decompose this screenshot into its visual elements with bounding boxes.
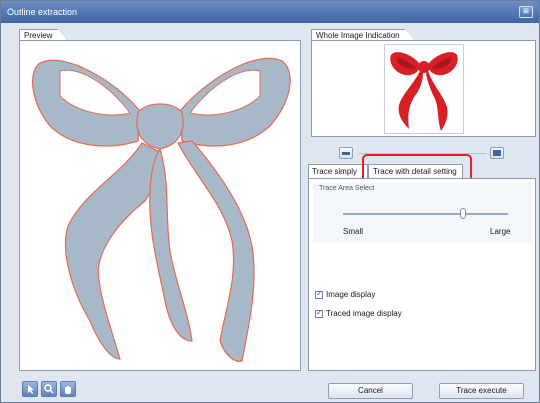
- zoom-out-button[interactable]: [339, 147, 353, 159]
- cancel-button-label: Cancel: [358, 386, 383, 395]
- zoom-out-icon: [342, 152, 350, 155]
- trace-execute-button-label: Trace execute: [456, 386, 507, 395]
- window-title: Outline extraction: [7, 7, 78, 17]
- pointer-icon: [28, 385, 34, 394]
- close-icon: ⊠: [523, 8, 529, 15]
- preview-panel[interactable]: [19, 40, 301, 371]
- traced-image-display-checkbox[interactable]: [315, 308, 323, 318]
- magnifier-icon: [44, 384, 54, 394]
- tab-trace-simply-label: Trace simply: [312, 167, 358, 176]
- whole-image-tab-label: Whole Image Indication: [316, 31, 400, 40]
- close-button[interactable]: ⊠: [519, 6, 533, 18]
- bow-thumbnail-image: [390, 52, 458, 131]
- slider-min-label: Small: [343, 227, 364, 236]
- image-display-checkbox[interactable]: [315, 289, 323, 299]
- preview-tab-label: Preview: [24, 31, 53, 40]
- outline-extraction-dialog: Outline extraction ⊠ Preview Whole Image…: [0, 0, 540, 403]
- whole-image-panel[interactable]: [311, 40, 536, 137]
- tab-trace-simply[interactable]: Trace simply: [308, 164, 368, 178]
- trace-area-group: Trace Area Select Small Large: [313, 183, 531, 243]
- thumbnail-frame: [384, 44, 464, 134]
- preview-bow-outline-image: [32, 57, 291, 362]
- trace-area-label: Trace Area Select: [319, 185, 375, 192]
- select-tool-button[interactable]: [22, 381, 38, 397]
- zoom-in-icon: [493, 150, 501, 156]
- hand-tool-button[interactable]: [60, 381, 76, 397]
- trace-area-slider-track[interactable]: [343, 213, 508, 215]
- title-bar: Outline extraction ⊠: [1, 1, 539, 23]
- image-display-label: Image display: [326, 290, 376, 299]
- trace-settings-panel: Trace Area Select Small Large Image disp…: [308, 178, 536, 371]
- trace-execute-button[interactable]: Trace execute: [439, 383, 524, 399]
- trace-area-slider-thumb[interactable]: [460, 208, 467, 219]
- zoom-in-button[interactable]: [490, 147, 504, 159]
- zoom-tool-button[interactable]: [41, 381, 57, 397]
- traced-image-display-label: Traced image display: [326, 309, 402, 318]
- cancel-button[interactable]: Cancel: [328, 383, 413, 399]
- slider-max-label: Large: [490, 227, 511, 236]
- hand-icon: [65, 386, 71, 394]
